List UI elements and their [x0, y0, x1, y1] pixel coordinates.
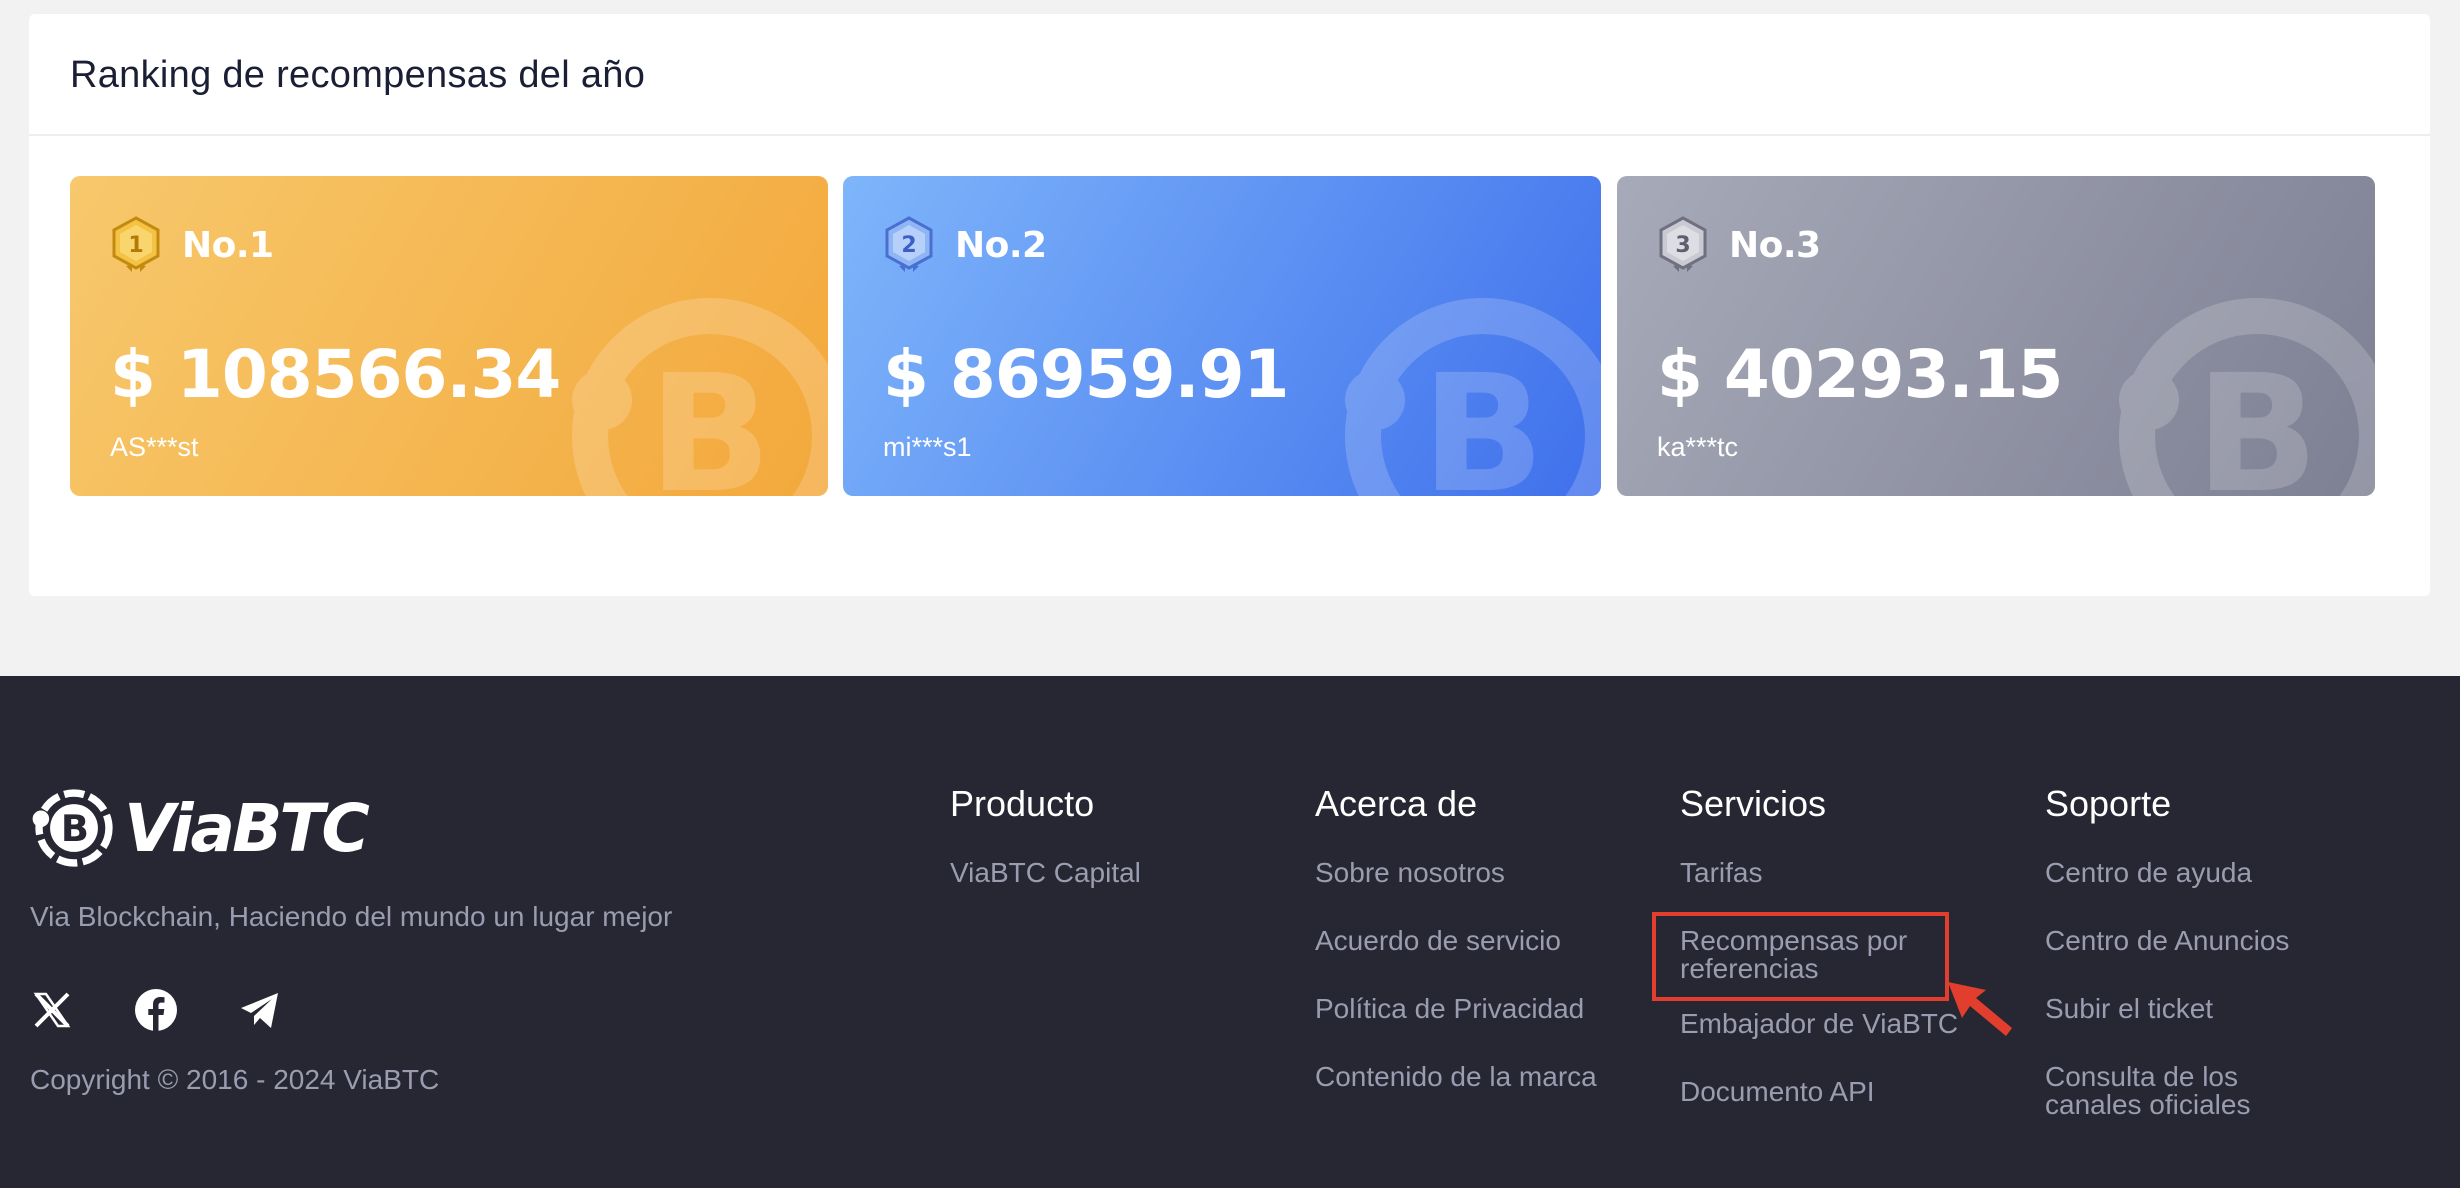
annotation-arrow-icon: [1948, 982, 2012, 1036]
masked-username: AS***st: [110, 432, 199, 462]
ranking-panel: Ranking de recompensas del año B 1 No.1 …: [29, 14, 2430, 596]
viabtc-logo-icon: B: [32, 789, 113, 867]
silver-blue-medal-icon: 2: [885, 216, 933, 272]
footer-link[interactable]: Sobre nosotros: [1315, 859, 1597, 887]
rank-card-2: B 2 No.2 $ 86959.91 mi***s1: [843, 176, 1601, 496]
rank-card-1: B 1 No.1 $ 108566.34 AS***st: [70, 176, 828, 496]
column-title: Acerca de: [1315, 783, 1478, 824]
svg-text:B: B: [648, 341, 771, 496]
footer-link[interactable]: Consulta de los canales oficiales: [2045, 1063, 2305, 1119]
footer-link[interactable]: Acuerdo de servicio: [1315, 927, 1597, 955]
column-title: Servicios: [1680, 783, 1827, 824]
rank-label: 1 No.1: [110, 216, 274, 274]
x-icon[interactable]: [30, 988, 74, 1032]
svg-text:3: 3: [1675, 233, 1690, 258]
footer-column-acerca: Acerca de Sobre nosotros Acuerdo de serv…: [1315, 783, 1597, 1131]
footer-link[interactable]: Documento API: [1680, 1078, 1958, 1106]
reward-amount: $ 86959.91: [883, 336, 1289, 413]
bitcoin-watermark-icon: B: [572, 298, 828, 496]
bitcoin-watermark-icon: B: [1345, 298, 1601, 496]
highlight-box: [1652, 912, 1949, 1001]
footer-link[interactable]: ViaBTC Capital: [950, 859, 1141, 887]
svg-text:2: 2: [901, 233, 916, 258]
column-title: Soporte: [2045, 783, 2172, 824]
footer-link[interactable]: Tarifas: [1680, 859, 1958, 887]
brand-name: ViaBTC: [124, 789, 370, 867]
facebook-icon[interactable]: [134, 988, 178, 1032]
social-links: [30, 988, 342, 1032]
telegram-icon[interactable]: [238, 988, 282, 1032]
ranking-title: Ranking de recompensas del año: [70, 54, 646, 96]
footer-link[interactable]: Centro de ayuda: [2045, 859, 2305, 887]
reward-amount: $ 108566.34: [110, 336, 561, 413]
svg-text:B: B: [1421, 341, 1544, 496]
footer-link[interactable]: Contenido de la marca: [1315, 1063, 1597, 1091]
rank-label: 3 No.3: [1657, 216, 1821, 274]
reward-amount: $ 40293.15: [1657, 336, 2063, 413]
site-footer: B ViaBTC Via Blockchain, Haciendo del mu…: [0, 676, 2460, 1188]
bronze-medal-icon: 3: [1659, 216, 1707, 272]
footer-link[interactable]: Subir el ticket: [2045, 995, 2305, 1023]
divider: [29, 134, 2430, 136]
footer-link[interactable]: Política de Privacidad: [1315, 995, 1597, 1023]
svg-text:B: B: [61, 807, 89, 850]
footer-column-soporte: Soporte Centro de ayuda Centro de Anunci…: [2045, 783, 2305, 1159]
viabtc-logo[interactable]: B ViaBTC: [28, 782, 370, 874]
rank-card-3: B 3 No.3 $ 40293.15 ka***tc: [1617, 176, 2375, 496]
svg-text:B: B: [2195, 341, 2318, 496]
footer-column-producto: Producto ViaBTC Capital: [950, 783, 1141, 927]
footer-link[interactable]: Centro de Anuncios: [2045, 927, 2305, 955]
rank-number: No.3: [1729, 224, 1821, 266]
tagline: Via Blockchain, Haciendo del mundo un lu…: [30, 901, 673, 932]
footer-link[interactable]: Embajador de ViaBTC: [1680, 1010, 1958, 1038]
masked-username: mi***s1: [883, 432, 972, 462]
rank-label: 2 No.2: [883, 216, 1047, 274]
masked-username: ka***tc: [1657, 432, 1739, 462]
rank-number: No.2: [955, 224, 1047, 266]
copyright: Copyright © 2016 - 2024 ViaBTC: [30, 1064, 440, 1095]
gold-medal-icon: 1: [112, 216, 160, 272]
bitcoin-watermark-icon: B: [2119, 298, 2375, 496]
rank-number: No.1: [182, 224, 274, 266]
svg-text:1: 1: [128, 233, 143, 258]
column-title: Producto: [950, 783, 1095, 824]
